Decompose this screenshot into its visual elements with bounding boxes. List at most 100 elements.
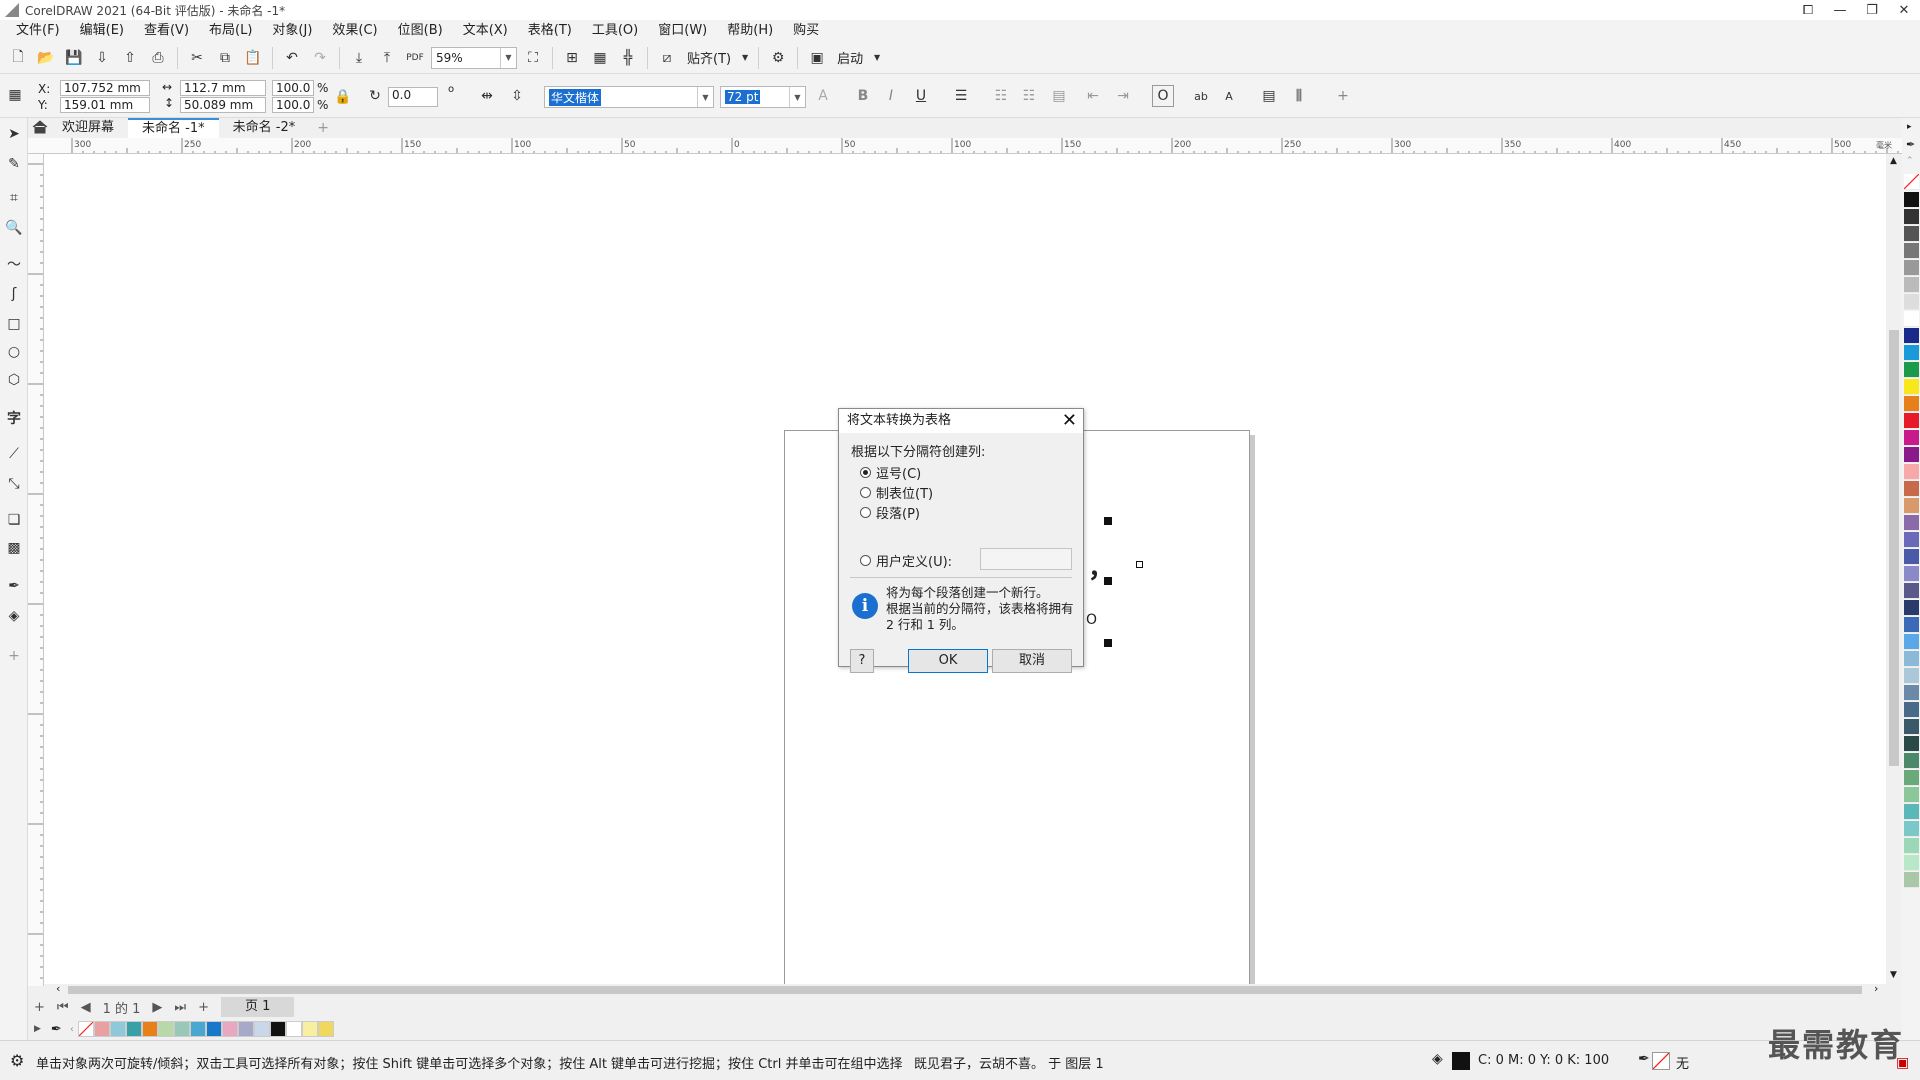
scroll-right-icon[interactable]: › (1874, 982, 1878, 995)
pen-icon[interactable]: ✒ (1638, 1051, 1650, 1067)
color-swatch[interactable] (1904, 736, 1919, 752)
print-icon[interactable]: ⎙ (146, 46, 170, 70)
color-swatch[interactable] (1904, 804, 1919, 820)
edit-text-icon[interactable]: ab (1190, 85, 1212, 107)
menu-edit[interactable]: 编辑(E) (70, 20, 134, 42)
rectangle-tool-icon[interactable]: □ (4, 314, 24, 334)
color-swatch[interactable] (1904, 430, 1919, 446)
indent-decrease-icon[interactable]: ⇤ (1082, 85, 1104, 107)
scroll-up-icon[interactable]: ▲ (1890, 156, 1897, 166)
cloud-upload-icon[interactable]: ⇧ (118, 46, 142, 70)
new-document-icon[interactable]: 🗋 (6, 46, 30, 70)
no-color-swatch[interactable] (77, 1021, 94, 1037)
color-swatch[interactable] (1904, 481, 1919, 497)
text-properties-icon[interactable]: O (1152, 85, 1174, 107)
add-tool-icon[interactable]: + (4, 646, 24, 666)
rulers-icon[interactable]: ⊞ (560, 46, 584, 70)
chevron-down-icon[interactable]: ▼ (789, 87, 805, 107)
vertical-text-icon[interactable]: ⫼ (1288, 85, 1310, 107)
vertical-ruler[interactable] (28, 154, 44, 986)
add-page-after-icon[interactable]: + (192, 1000, 215, 1015)
horizontal-ruler[interactable]: 300 250 200 150 100 50 0 50 100 150 200 250 300 350 40… (36, 138, 1904, 154)
x-position-input[interactable]: 107.752 mm (60, 80, 150, 96)
color-swatch[interactable] (1904, 651, 1919, 667)
selection-handle[interactable] (1136, 561, 1143, 568)
paste-icon[interactable]: 📋 (241, 46, 265, 70)
color-swatch[interactable] (1904, 192, 1919, 208)
menu-view[interactable]: 查看(V) (134, 20, 199, 42)
color-swatch[interactable] (1904, 685, 1919, 701)
color-swatch[interactable] (269, 1021, 286, 1037)
copy-icon[interactable]: ⧉ (213, 46, 237, 70)
ellipse-tool-icon[interactable]: ○ (4, 342, 24, 362)
color-swatch[interactable] (1904, 498, 1919, 514)
shape-tool-icon[interactable]: ✎ (4, 154, 24, 174)
polygon-tool-icon[interactable]: ⬡ (4, 370, 24, 390)
color-swatch[interactable] (1904, 243, 1919, 259)
menu-table[interactable]: 表格(T) (518, 20, 582, 42)
menu-file[interactable]: 文件(F) (6, 20, 70, 42)
menu-layout[interactable]: 布局(L) (199, 20, 262, 42)
pdf-export-icon[interactable]: PDF (403, 46, 427, 70)
undo-icon[interactable]: ↶ (280, 46, 304, 70)
color-swatch[interactable] (1904, 396, 1919, 412)
drop-cap-icon[interactable]: ▤ (1048, 85, 1070, 107)
character-settings-icon[interactable]: A (1218, 85, 1240, 107)
menu-effects[interactable]: 效果(C) (322, 20, 387, 42)
save-icon[interactable]: 💾 (62, 46, 86, 70)
menu-bitmaps[interactable]: 位图(B) (388, 20, 453, 42)
drop-shadow-tool-icon[interactable]: ❏ (4, 510, 24, 530)
last-page-icon[interactable]: ⏭ (168, 1000, 192, 1015)
color-swatch[interactable] (1904, 617, 1919, 633)
mirror-vertical-icon[interactable]: ⇳ (506, 85, 528, 107)
gear-icon[interactable]: ⚙ (766, 46, 790, 70)
color-swatch[interactable] (1904, 328, 1919, 344)
dialog-close-icon[interactable]: ✕ (1062, 411, 1077, 431)
no-color-swatch[interactable] (1904, 174, 1919, 190)
menu-window[interactable]: 窗口(W) (648, 20, 717, 42)
user-defined-separator-input[interactable] (980, 548, 1072, 570)
palette-expand-icon[interactable]: ▶ (28, 1024, 47, 1034)
text-align-icon[interactable]: ☰ (950, 85, 972, 107)
menu-buy[interactable]: 购买 (783, 20, 829, 42)
color-swatch[interactable] (1904, 464, 1919, 480)
snap-icon[interactable]: ⧄ (655, 46, 679, 70)
horizontal-scrollbar[interactable]: ‹ › (56, 982, 1886, 996)
previous-page-icon[interactable]: ◀ (75, 1000, 97, 1015)
connector-tool-icon[interactable]: ⤡ (4, 474, 24, 494)
font-family-combo[interactable]: 华文楷体 ▼ (544, 86, 714, 108)
menu-object[interactable]: 对象(J) (262, 20, 322, 42)
indent-increase-icon[interactable]: ⇥ (1112, 85, 1134, 107)
parallel-dimension-tool-icon[interactable]: ⟋ (4, 444, 24, 464)
scale-y-input[interactable]: 100.0 (272, 97, 314, 113)
outline-color-swatch[interactable] (1652, 1052, 1670, 1070)
fill-color-swatch[interactable] (1452, 1052, 1470, 1070)
add-icon[interactable]: + (1332, 85, 1354, 107)
gear-icon[interactable]: ⚙ (10, 1051, 24, 1070)
maximize-button[interactable]: ❐ (1856, 0, 1888, 20)
crop-tool-icon[interactable]: ⌗ (4, 188, 24, 208)
color-swatch[interactable] (1904, 702, 1919, 718)
color-swatch[interactable] (1904, 838, 1919, 854)
color-swatch[interactable] (1904, 549, 1919, 565)
zoom-level-combo[interactable]: 59% ▼ (431, 46, 517, 69)
color-swatch[interactable] (1904, 515, 1919, 531)
color-swatch[interactable] (253, 1021, 270, 1037)
cloud-download-icon[interactable]: ⇩ (90, 46, 114, 70)
color-swatch[interactable] (1904, 583, 1919, 599)
tab-untitled-1[interactable]: 未命名 -1* (128, 118, 219, 138)
color-swatch[interactable] (1904, 294, 1919, 310)
scroll-left-icon[interactable]: ‹ (56, 982, 60, 995)
color-swatch[interactable] (109, 1021, 126, 1037)
transparency-tool-icon[interactable]: ▩ (4, 538, 24, 558)
artistic-media-tool-icon[interactable]: ʃ (4, 284, 24, 304)
radio-tab-indicator[interactable] (860, 487, 871, 498)
import-icon[interactable]: ⤓ (347, 46, 371, 70)
tab-untitled-2[interactable]: 未命名 -2* (219, 118, 310, 138)
horizontal-scroll-thumb[interactable] (68, 986, 1862, 994)
width-input[interactable]: 112.7 mm (180, 80, 266, 96)
color-swatch[interactable] (205, 1021, 222, 1037)
freehand-tool-icon[interactable]: 〜 (4, 254, 24, 274)
italic-button[interactable]: I (880, 85, 902, 107)
radio-tab[interactable]: 制表位(T) (860, 483, 933, 502)
